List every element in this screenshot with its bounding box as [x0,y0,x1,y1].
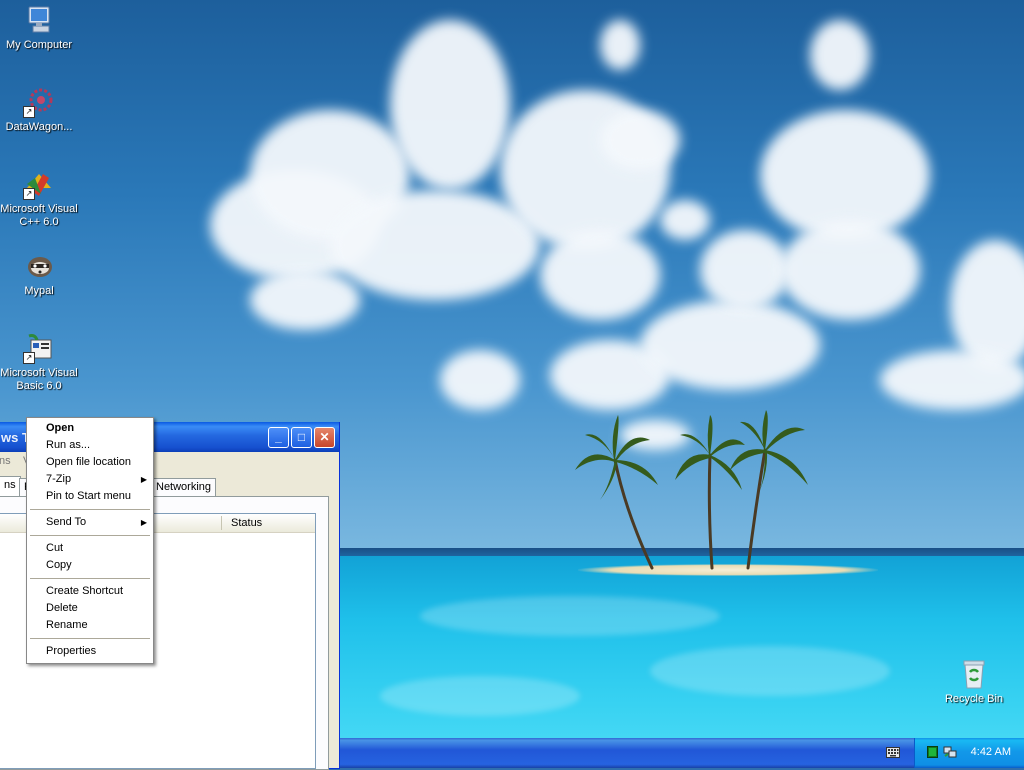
menu-options[interactable]: ns [0,455,11,467]
menu-item-rename[interactable]: Rename [46,617,150,634]
menu-separator [30,535,150,536]
close-icon: ✕ [319,430,330,444]
minimize-button[interactable]: _ [268,427,289,448]
menu-item-delete[interactable]: Delete [46,600,150,617]
tab-networking[interactable]: Networking [151,478,217,497]
desktop-icon-label: Mypal [24,285,54,297]
column-header-status[interactable]: Status [231,517,262,529]
menu-item-properties[interactable]: Properties [46,643,150,660]
desktop-icon-recycle-bin[interactable]: Recycle Bin [934,658,1014,706]
system-tray: 4:42 AM [914,738,1024,768]
minimize-icon: _ [275,430,282,444]
my-computer-icon [23,4,55,36]
desktop-icon-label: DataWagon... [5,121,73,133]
column-divider[interactable] [221,516,222,530]
recycle-bin-icon [958,658,990,690]
context-menu: Open Run as... Open file location 7-Zip … [26,417,154,664]
taskbar-clock[interactable]: 4:42 AM [971,746,1011,758]
datawagon-icon: ↗ [23,86,55,118]
desktop-icon-my-computer[interactable]: My Computer [0,4,79,52]
menu-separator [30,578,150,579]
menu-item-send-to[interactable]: Send To ▶ [46,514,150,531]
taskbar[interactable]: 4:42 AM [340,738,1024,768]
shortcut-arrow-icon: ↗ [23,106,35,118]
desktop-icon-mypal[interactable]: Mypal [0,250,79,298]
menu-item-cut[interactable]: Cut [46,540,150,557]
menu-item-run-as[interactable]: Run as... [46,437,150,454]
menu-item-open[interactable]: Open [46,420,150,437]
mypal-icon [23,250,55,282]
submenu-arrow-icon: ▶ [140,518,147,527]
visual-cpp-icon: ↗ [23,168,55,200]
maximize-button[interactable]: □ [291,427,312,448]
task-manager-tray-icon[interactable] [927,746,938,758]
menu-item-create-shortcut[interactable]: Create Shortcut [46,583,150,600]
menu-item-open-file-location[interactable]: Open file location [46,454,150,471]
desktop-icon-visual-cpp[interactable]: ↗ Microsoft Visual C++ 6.0 [0,168,79,229]
menu-separator [30,509,150,510]
desktop-icon-label: Microsoft Visual C++ 6.0 [0,203,78,228]
desktop-icon-label: My Computer [5,39,73,51]
keyboard-icon[interactable] [886,747,900,758]
menu-separator [30,638,150,639]
menu-item-pin-to-start[interactable]: Pin to Start menu [46,488,150,505]
menu-item-copy[interactable]: Copy [46,557,150,574]
submenu-arrow-icon: ▶ [140,475,147,484]
maximize-icon: □ [297,430,306,444]
tab-applications[interactable]: ns [0,476,21,498]
desktop-icon-label: Recycle Bin [944,693,1004,705]
palm-trees [575,410,808,570]
visual-basic-icon: ↗ [23,332,55,364]
menu-item-7zip[interactable]: 7-Zip ▶ [46,471,150,488]
shortcut-arrow-icon: ↗ [23,188,35,200]
desktop-icon-datawagon[interactable]: ↗ DataWagon... [0,86,79,134]
desktop-icon-visual-basic[interactable]: ↗ Microsoft Visual Basic 6.0 [0,332,79,393]
desktop-icon-label: Microsoft Visual Basic 6.0 [0,367,78,392]
shortcut-arrow-icon: ↗ [23,352,35,364]
network-icon[interactable] [943,746,957,758]
close-button[interactable]: ✕ [314,427,335,448]
